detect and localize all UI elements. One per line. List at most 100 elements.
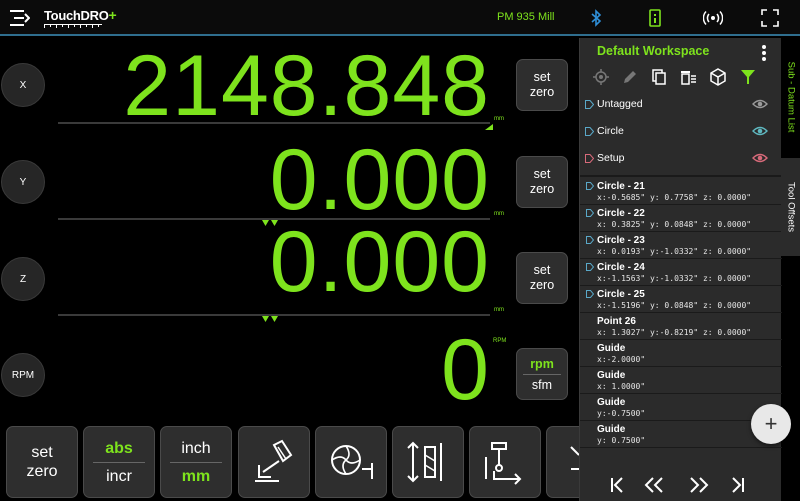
mm-label: mm	[181, 467, 211, 485]
point-item[interactable]: Guide x:-2.0000"	[580, 340, 782, 367]
filter-icon[interactable]	[739, 68, 757, 86]
calculator-icon[interactable]	[645, 8, 665, 28]
x-set-zero-button[interactable]: set zero	[516, 59, 568, 111]
last-icon[interactable]	[723, 474, 751, 496]
rpm-mode-label: rpm	[530, 356, 554, 371]
y-set-label: set	[533, 167, 551, 181]
point-name: Circle - 25	[597, 289, 645, 300]
x-readout[interactable]: 2148.848	[123, 36, 490, 136]
workspace-panel: Default Workspace Untagged Circle Setup …	[579, 38, 791, 501]
point-coords: x:-1.5196" y: 0.0848" z: 0.0000"	[597, 301, 752, 310]
axis-x-button[interactable]: X	[1, 63, 45, 107]
tab-sub-datum-label: Sub - Datum List	[785, 61, 796, 133]
point-name: Guide	[597, 343, 626, 354]
abs-incr-divider	[93, 461, 145, 463]
tab-sub-datum-list[interactable]: Sub - Datum List	[781, 38, 800, 156]
point-coords: x:-2.0000"	[597, 355, 646, 364]
z-marker-icon	[262, 316, 278, 322]
rpm-button[interactable]: RPM	[1, 353, 45, 397]
x-unit: mm	[494, 116, 504, 122]
list-divider	[580, 175, 782, 177]
folder-label: Circle	[597, 125, 624, 137]
inch-label: inch	[181, 439, 211, 457]
point-item[interactable]: Circle - 24 x:-1.1563" y:-1.0332" z: 0.0…	[580, 259, 782, 286]
cube-icon[interactable]	[709, 68, 727, 86]
menu-icon[interactable]	[10, 9, 30, 27]
tag-icon	[585, 127, 594, 136]
y-set-zero-button[interactable]: set zero	[516, 156, 568, 208]
tab-tool-offsets[interactable]: Tool Offsets	[781, 158, 800, 256]
abs-incr-toggle[interactable]: abs incr	[83, 426, 155, 498]
copy-icon[interactable]	[650, 68, 668, 86]
machine-name[interactable]: PM 935 Mill	[497, 11, 554, 23]
next-icon[interactable]	[685, 474, 713, 496]
eye-icon[interactable]	[752, 98, 768, 110]
tag-icon	[586, 290, 594, 298]
point-coords: y: 0.7500"	[597, 436, 646, 445]
folder-untagged[interactable]: Untagged	[580, 92, 782, 118]
tag-icon	[586, 209, 594, 217]
rpm-readout[interactable]: 0	[441, 320, 490, 420]
tag-icon	[585, 100, 594, 109]
probe-button[interactable]	[469, 426, 541, 498]
tag-icon	[585, 154, 594, 163]
inch-mm-toggle[interactable]: inch mm	[160, 426, 232, 498]
folder-label: Untagged	[597, 98, 643, 110]
edge-finder-button[interactable]	[238, 426, 310, 498]
point-item[interactable]: Point 26 x: 1.3027" y:-0.8219" z: 0.0000…	[580, 313, 782, 340]
x-divider	[58, 122, 490, 124]
point-item[interactable]: Circle - 25 x:-1.5196" y: 0.0848" z: 0.0…	[580, 286, 782, 313]
incr-label: incr	[106, 467, 132, 485]
abs-label: abs	[105, 439, 133, 457]
folder-circle[interactable]: Circle	[580, 119, 782, 145]
tag-icon	[586, 182, 594, 190]
point-coords: y:-0.7500"	[597, 409, 646, 418]
first-icon[interactable]	[604, 474, 632, 496]
more-vert-icon[interactable]	[761, 44, 767, 62]
point-name: Guide	[597, 424, 626, 435]
pencil-icon[interactable]	[621, 68, 639, 86]
end-mill-icon	[331, 445, 373, 479]
point-coords: x: 0.0193" y:-1.0332" z: 0.0000"	[597, 247, 752, 256]
delete-icon[interactable]	[679, 68, 697, 86]
fullscreen-icon[interactable]	[760, 8, 780, 28]
eye-icon[interactable]	[752, 152, 768, 164]
bolt-circle-button[interactable]	[315, 426, 387, 498]
prev-icon[interactable]	[640, 474, 668, 496]
top-app-bar: TouchDRO+ PM 935 Mill	[0, 0, 800, 36]
logo-text: TouchDRO	[44, 8, 109, 23]
target-icon[interactable]	[592, 68, 610, 86]
wireless-icon[interactable]	[703, 8, 723, 28]
point-item[interactable]: Guide x: 1.0000"	[580, 367, 782, 394]
point-item[interactable]: Circle - 21 x:-0.5685" y: 0.7758" z: 0.0…	[580, 178, 782, 205]
rpm-sfm-toggle[interactable]: rpm sfm	[516, 348, 568, 400]
more-tools-button[interactable]	[546, 426, 580, 498]
point-name: Circle - 21	[597, 181, 645, 192]
point-item[interactable]: Circle - 22 x: 0.3825" y: 0.0848" z: 0.0…	[580, 205, 782, 232]
tool-length-button[interactable]	[392, 426, 464, 498]
axis-z-button[interactable]: Z	[1, 257, 45, 301]
x-zero-label: zero	[529, 85, 555, 99]
set-zero-all-zero: zero	[26, 463, 58, 480]
workspace-title[interactable]: Default Workspace	[597, 44, 709, 58]
set-zero-all-button[interactable]: set zero	[6, 426, 78, 498]
z-zero-label: zero	[529, 278, 555, 292]
rpm-unit: RPM	[493, 338, 507, 344]
axis-y-button[interactable]: Y	[1, 160, 45, 204]
eye-icon[interactable]	[752, 125, 768, 137]
add-point-fab[interactable]: +	[751, 404, 791, 444]
z-readout[interactable]: 0.000	[270, 212, 490, 312]
folder-setup[interactable]: Setup	[580, 146, 782, 172]
tag-icon	[586, 236, 594, 244]
point-coords: x: 1.0000"	[597, 382, 646, 391]
logo-plus: +	[108, 7, 117, 23]
bluetooth-icon[interactable]	[586, 8, 606, 28]
app-logo: TouchDRO+	[44, 7, 117, 31]
point-item[interactable]: Circle - 23 x: 0.0193" y:-1.0332" z: 0.0…	[580, 232, 782, 259]
probe-icon	[485, 442, 522, 485]
z-set-zero-button[interactable]: set zero	[516, 252, 568, 304]
point-coords: x:-0.5685" y: 0.7758" z: 0.0000"	[597, 193, 752, 202]
set-zero-all-set: set	[31, 444, 53, 461]
tab-tool-offsets-label: Tool Offsets	[785, 182, 796, 232]
point-name: Circle - 23	[597, 235, 645, 246]
